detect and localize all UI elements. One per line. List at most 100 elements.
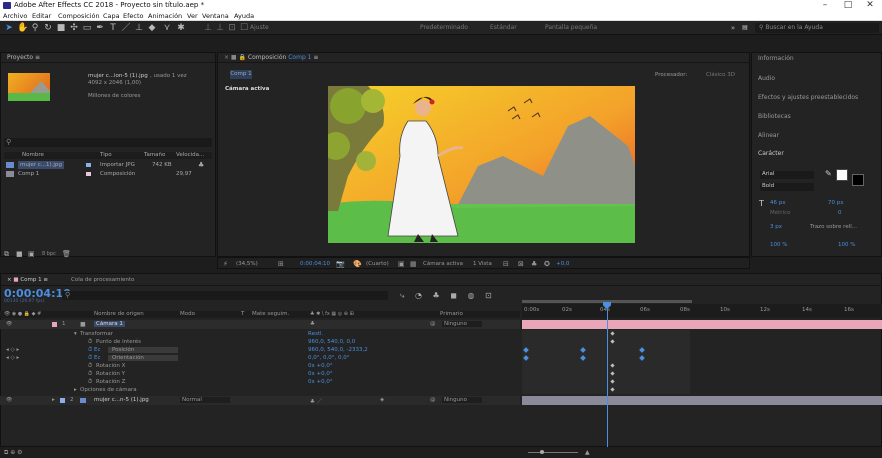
flowchart-icon[interactable]: ♣ <box>531 260 537 268</box>
panel-effects[interactable]: Efectos y ajustes preestablecidos <box>758 94 858 101</box>
property-rotation-z[interactable]: Rotación Z <box>96 379 125 385</box>
layer-shy-switch[interactable]: ♣ ／ <box>310 397 322 405</box>
menu-composicion[interactable]: Composición <box>58 12 100 20</box>
pen-tool-icon[interactable]: ✒ <box>95 23 105 33</box>
playhead-line[interactable] <box>607 309 608 447</box>
axis-local-icon[interactable]: ⊥ <box>203 23 213 33</box>
help-search-input[interactable]: ⚲ Buscar en la Ayuda <box>755 23 879 33</box>
timeline-tab-comp[interactable]: × ■ Comp 1 ≡ <box>7 277 48 283</box>
keyframe-nav-icons[interactable]: ◂ ◇ ▸ <box>6 347 19 353</box>
stroke-type-dropdown[interactable]: Trazo sobre rell... <box>810 224 857 230</box>
project-tab[interactable]: Proyecto ≡ <box>1 53 215 63</box>
pickwhip-icon[interactable]: @ <box>430 321 436 327</box>
flowchart-icon[interactable]: ♣ <box>198 161 204 169</box>
rotation-y-value[interactable]: 0x +0,0° <box>308 371 333 377</box>
twirl-down-icon[interactable]: ▾ <box>74 331 77 337</box>
keyframe-nav-icons[interactable]: ◂ ◇ ▸ <box>6 355 19 361</box>
more-workspaces-icon[interactable]: » <box>728 23 738 33</box>
menu-efecto[interactable]: Efecto <box>123 12 144 20</box>
zoom-slider[interactable] <box>528 452 578 453</box>
snap-checkbox-icon[interactable]: ☐ <box>239 23 249 33</box>
project-search-input[interactable]: ⚲ <box>4 138 212 147</box>
interpret-footage-icon[interactable]: ⧉ <box>4 250 9 259</box>
panel-character[interactable]: Carácter <box>758 150 784 157</box>
snapshot-icon[interactable]: 📷 <box>336 260 345 268</box>
layer-shy-switch[interactable]: ♣ <box>310 321 315 327</box>
workspace-default[interactable]: Predeterminado <box>420 24 468 31</box>
project-row[interactable]: Comp 1 Composición 29,97 <box>4 170 212 178</box>
stopwatch-icon[interactable]: ⏱ <box>88 339 92 346</box>
blend-mode-dropdown[interactable]: Normal <box>180 397 230 403</box>
new-comp-icon[interactable]: ▣ <box>28 250 35 258</box>
position-value[interactable]: 960,0, 540,0, -2333,2 <box>308 347 368 353</box>
camera-tool-icon[interactable]: ■ <box>56 23 66 33</box>
timeline-search-input[interactable]: ⚲ <box>62 291 388 300</box>
stopwatch-active-icon[interactable]: ⏱ Ec <box>88 355 101 362</box>
rotation-x-value[interactable]: 0x +0,0° <box>308 363 333 369</box>
twirl-right-icon[interactable]: ▸ <box>52 397 55 403</box>
stopwatch-icon[interactable]: ⏱ <box>88 371 92 378</box>
comp-breadcrumb[interactable]: Comp 1 <box>230 70 252 79</box>
layer-label-icon[interactable] <box>60 398 65 403</box>
point-of-interest-value[interactable]: 960,0, 540,0, 0,0 <box>308 339 355 345</box>
workspace-small-screen[interactable]: Pantalla pequeña <box>545 24 597 31</box>
zoom-slider-handle[interactable] <box>540 450 544 454</box>
brush-tool-icon[interactable]: ／ <box>121 23 131 33</box>
timeline-link-icon[interactable]: ⊠ <box>518 260 524 268</box>
rotation-z-value[interactable]: 0x +0,0° <box>308 379 333 385</box>
menu-capa[interactable]: Capa <box>103 12 120 20</box>
text-tool-icon[interactable]: T <box>108 23 118 33</box>
visibility-icon[interactable]: 👁 <box>6 321 12 327</box>
rectangle-tool-icon[interactable]: ▭ <box>82 23 92 33</box>
property-transform[interactable]: Transformar <box>80 331 113 337</box>
region-icon[interactable]: ▣ <box>398 260 405 268</box>
menu-editar[interactable]: Editar <box>32 12 51 20</box>
panel-libraries[interactable]: Bibliotecas <box>758 113 791 120</box>
menu-archivo[interactable]: Archivo <box>3 12 27 20</box>
menu-animacion[interactable]: Animación <box>148 12 182 20</box>
font-family-dropdown[interactable]: Arial <box>760 171 814 179</box>
render-queue-tab[interactable]: Cola de procesamiento <box>71 277 134 283</box>
font-style-dropdown[interactable]: Bold <box>760 183 814 191</box>
stroke-width-value[interactable]: 3 px <box>770 224 782 230</box>
exposure-value[interactable]: +0,0 <box>556 261 569 267</box>
zoom-dropdown[interactable]: (34,5%) <box>236 261 258 267</box>
toggle-pixel-icon[interactable]: ⊟ <box>503 260 509 268</box>
column-size[interactable]: Tamaño <box>144 151 165 159</box>
panel-audio[interactable]: Audio <box>758 75 775 82</box>
workspace-standard[interactable]: Estándar <box>490 24 517 31</box>
views-dropdown[interactable]: 1 Vista <box>473 261 492 267</box>
time-ruler[interactable]: 0:00s 02s 04s 06s 08s 10s 12s 14s 16s <box>522 300 882 318</box>
snap-label[interactable]: Ajuste <box>250 24 269 31</box>
selection-tool-icon[interactable]: ➤ <box>4 23 14 33</box>
pickwhip-icon[interactable]: @ <box>430 397 436 403</box>
project-row[interactable]: mujer c...1).jpg Importar JPG 742 KB <box>4 161 212 169</box>
processor-dropdown[interactable]: Clásico 3D <box>706 72 735 78</box>
pin-tool-icon[interactable]: ✱ <box>176 23 186 33</box>
composition-tab[interactable]: × ■ 🔒 Composición Comp 1 ≡ <box>218 53 749 63</box>
stopwatch-active-icon[interactable]: ⏱ Ec <box>88 347 101 354</box>
orientation-value[interactable]: 0,0°, 0,0°, 0,0° <box>308 355 349 361</box>
transform-reset[interactable]: Restl. <box>308 331 323 337</box>
delete-icon[interactable]: 🗑 <box>62 250 71 258</box>
column-mode[interactable]: Modo <box>180 311 195 317</box>
layer2-duration-bar[interactable] <box>522 396 882 405</box>
timeline-switch-icons[interactable]: ⤷ ◔ ♣ ◼ ◍ ⊡ <box>400 291 496 301</box>
panel-info[interactable]: Información <box>758 55 794 62</box>
grid-icon[interactable]: ⊞ <box>278 260 284 268</box>
zoom-tool-icon[interactable]: ⚲ <box>30 23 40 33</box>
view-camera-dropdown[interactable]: Cámara activa <box>423 261 463 267</box>
column-type[interactable]: Tipo <box>100 151 112 159</box>
maximize-button[interactable]: □ <box>838 0 858 10</box>
axis-view-icon[interactable]: ⊡ <box>227 23 237 33</box>
exposure-icon[interactable]: ✪ <box>544 260 550 268</box>
property-position[interactable]: Posición <box>108 347 178 353</box>
color-channels-icon[interactable]: 🎨 <box>353 260 362 268</box>
layer-name[interactable]: mujer c...n-5 (1).jpg <box>94 397 149 403</box>
tracking-value[interactable]: 0 <box>838 210 842 216</box>
layer-label-icon[interactable] <box>52 322 57 327</box>
hand-tool-icon[interactable]: ✋ <box>17 23 28 33</box>
column-source-name[interactable]: Nombre de origen <box>94 311 144 317</box>
property-rotation-y[interactable]: Rotación Y <box>96 371 125 377</box>
stopwatch-icon[interactable]: ⏱ <box>88 363 92 370</box>
